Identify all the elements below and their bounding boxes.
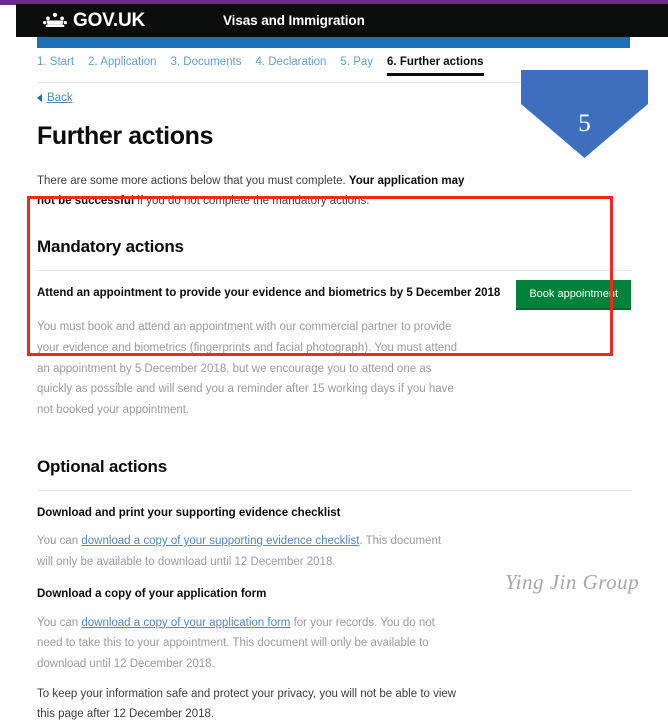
intro-paragraph: There are some more actions below that y…: [37, 171, 467, 211]
back-caret-icon: [37, 94, 42, 102]
annotation-chevron-badge: 5: [521, 70, 648, 158]
brand-label: GOV.UK: [73, 9, 146, 31]
step-item-declaration[interactable]: 4. Declaration: [255, 56, 326, 68]
mandatory-section-title: Mandatory actions: [37, 237, 184, 257]
govuk-header-bar: GOV.UK Visas and Immigration: [16, 4, 668, 37]
download-evidence-checklist-link[interactable]: download a copy of your supporting evide…: [81, 535, 359, 547]
service-accent-band: [37, 37, 630, 48]
download-application-form-link[interactable]: download a copy of your application form: [81, 617, 290, 629]
mandatory-action-row: Attend an appointment to provide your ev…: [37, 271, 631, 309]
service-title: Visas and Immigration: [223, 13, 365, 28]
back-link[interactable]: Back: [47, 92, 73, 104]
step-item-start[interactable]: 1. Start: [37, 56, 74, 68]
appform-body-pre: You can: [37, 616, 82, 629]
mandatory-action-title: Attend an appointment to provide your ev…: [37, 287, 501, 300]
crown-icon: [42, 12, 68, 29]
mandatory-actions-section: Mandatory actions Attend an appointment …: [37, 237, 631, 420]
optional-section-divider: [37, 489, 631, 491]
mandatory-action-body: You must book and attend an appointment …: [37, 321, 458, 416]
intro-tail: if you do not complete the mandatory act…: [134, 195, 370, 208]
intro-lead: There are some more actions below that y…: [37, 175, 349, 187]
checklist-body-pre: You can: [37, 534, 82, 547]
optional-item-title-checklist: Download and print your supporting evide…: [37, 506, 341, 519]
step-item-documents[interactable]: 3. Documents: [171, 56, 242, 68]
step-item-pay[interactable]: 5. Pay: [340, 56, 373, 68]
step-item-further-actions[interactable]: 6. Further actions: [387, 56, 484, 76]
step-item-application[interactable]: 2. Application: [88, 56, 156, 68]
optional-item-body-checklist: You can download a copy of your supporti…: [37, 531, 457, 572]
watermark: Ying Jin Group: [505, 570, 640, 594]
optional-item-body-application-form: You can download a copy of your applicat…: [37, 613, 457, 675]
privacy-note: To keep your information safe and protec…: [37, 687, 457, 721]
govuk-brand[interactable]: GOV.UK: [42, 10, 145, 32]
annotation-chevron-number: 5: [578, 110, 591, 137]
book-appointment-button[interactable]: Book appointment: [516, 280, 631, 309]
optional-section-title: Optional actions: [37, 456, 167, 476]
